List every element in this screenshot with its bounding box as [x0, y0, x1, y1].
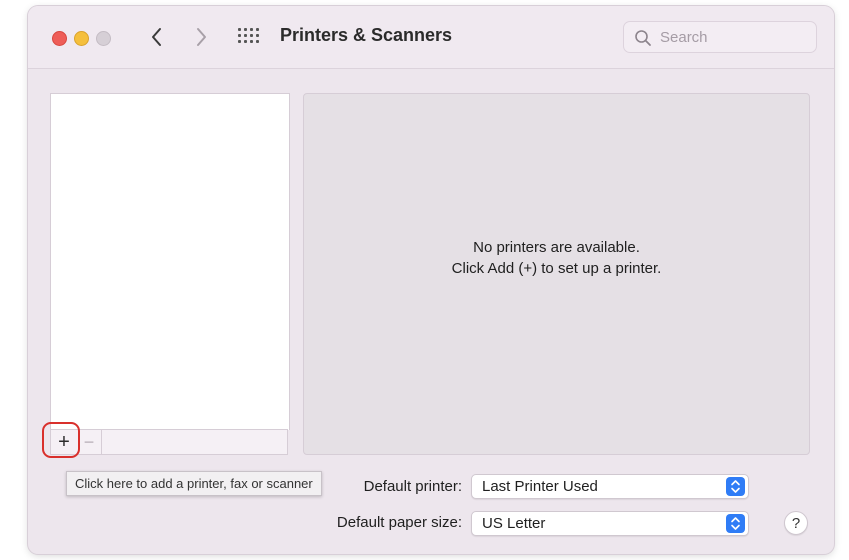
help-button[interactable]: ?	[784, 511, 808, 535]
default-printer-value: Last Printer Used	[482, 478, 598, 495]
back-button[interactable]	[144, 24, 170, 50]
empty-state-line-2: Click Add (+) to set up a printer.	[451, 260, 662, 277]
default-printer-label: Default printer:	[363, 478, 462, 495]
grid-icon	[236, 26, 260, 48]
default-paper-size-label: Default paper size:	[336, 514, 462, 531]
remove-printer-button[interactable]: −	[77, 430, 101, 454]
search-field[interactable]	[623, 21, 817, 53]
printer-detail-pane: No printers are available. Click Add (+)…	[303, 93, 810, 455]
up-down-chevron-icon	[726, 477, 745, 496]
window-toolbar: Printers & Scanners	[28, 6, 834, 69]
forward-button[interactable]	[188, 24, 214, 50]
default-paper-size-popup[interactable]: US Letter	[471, 511, 749, 536]
search-input[interactable]	[660, 22, 810, 52]
default-paper-size-value: US Letter	[482, 515, 546, 532]
window-title: Printers & Scanners	[280, 25, 453, 45]
add-printer-button[interactable]: +	[51, 430, 77, 454]
printer-list[interactable]	[50, 93, 290, 430]
minimize-window-button[interactable]	[74, 31, 89, 46]
search-icon	[635, 30, 651, 46]
close-window-button[interactable]	[52, 31, 67, 46]
printer-list-controls: + −	[50, 429, 288, 455]
printers-scanners-window: Printers & Scanners + − No printers are …	[28, 6, 834, 554]
empty-state-line-1: No printers are available.	[473, 239, 640, 256]
default-printer-popup[interactable]: Last Printer Used	[471, 474, 749, 499]
chevron-right-icon	[197, 28, 206, 46]
chevron-left-icon	[152, 28, 161, 46]
empty-state-message: No printers are available. Click Add (+)…	[304, 237, 809, 279]
up-down-chevron-icon	[726, 514, 745, 533]
show-all-button[interactable]	[236, 26, 260, 48]
controls-divider	[101, 430, 102, 454]
zoom-window-button[interactable]	[96, 31, 111, 46]
